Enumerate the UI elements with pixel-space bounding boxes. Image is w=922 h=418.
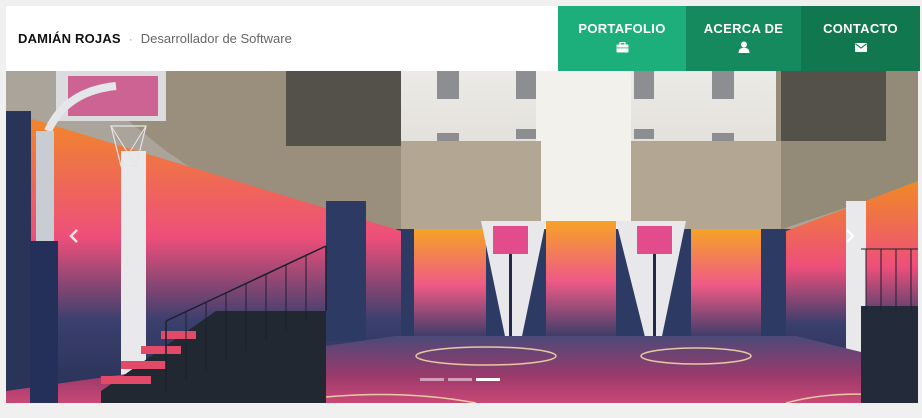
- nav-contacto[interactable]: CONTACTO: [801, 6, 920, 71]
- carousel-image: [6, 71, 918, 403]
- envelope-icon: [854, 41, 867, 53]
- brand-name[interactable]: DAMIÁN ROJAS: [18, 31, 121, 46]
- main-nav: PORTAFOLIO ACERCA DE CONTACTO: [558, 6, 920, 71]
- carousel-next-button[interactable]: [838, 221, 862, 251]
- brand-separator: ·: [128, 31, 133, 46]
- page: DAMIÁN ROJAS · Desarrollador de Software…: [0, 0, 922, 418]
- nav-acerca-de[interactable]: ACERCA DE: [686, 6, 801, 71]
- nav-contacto-label: CONTACTO: [823, 21, 898, 36]
- carousel-indicator-active[interactable]: [476, 378, 500, 381]
- chevron-right-icon: [846, 229, 855, 243]
- brand[interactable]: DAMIÁN ROJAS · Desarrollador de Software: [18, 6, 292, 71]
- chevron-left-icon: [69, 229, 78, 243]
- carousel-indicator[interactable]: [448, 378, 472, 381]
- nav-acerca-de-label: ACERCA DE: [703, 21, 784, 36]
- carousel-prev-button[interactable]: [62, 221, 86, 251]
- site-header: DAMIÁN ROJAS · Desarrollador de Software…: [6, 6, 920, 71]
- nav-portafolio-label: PORTAFOLIO: [578, 21, 666, 36]
- nav-portafolio[interactable]: PORTAFOLIO: [558, 6, 686, 71]
- carousel-indicator[interactable]: [420, 378, 444, 381]
- hero-carousel[interactable]: [6, 71, 918, 403]
- carousel-indicators: [420, 378, 500, 381]
- user-icon: [738, 41, 750, 53]
- briefcase-icon: [616, 41, 629, 53]
- brand-role: Desarrollador de Software: [140, 31, 292, 46]
